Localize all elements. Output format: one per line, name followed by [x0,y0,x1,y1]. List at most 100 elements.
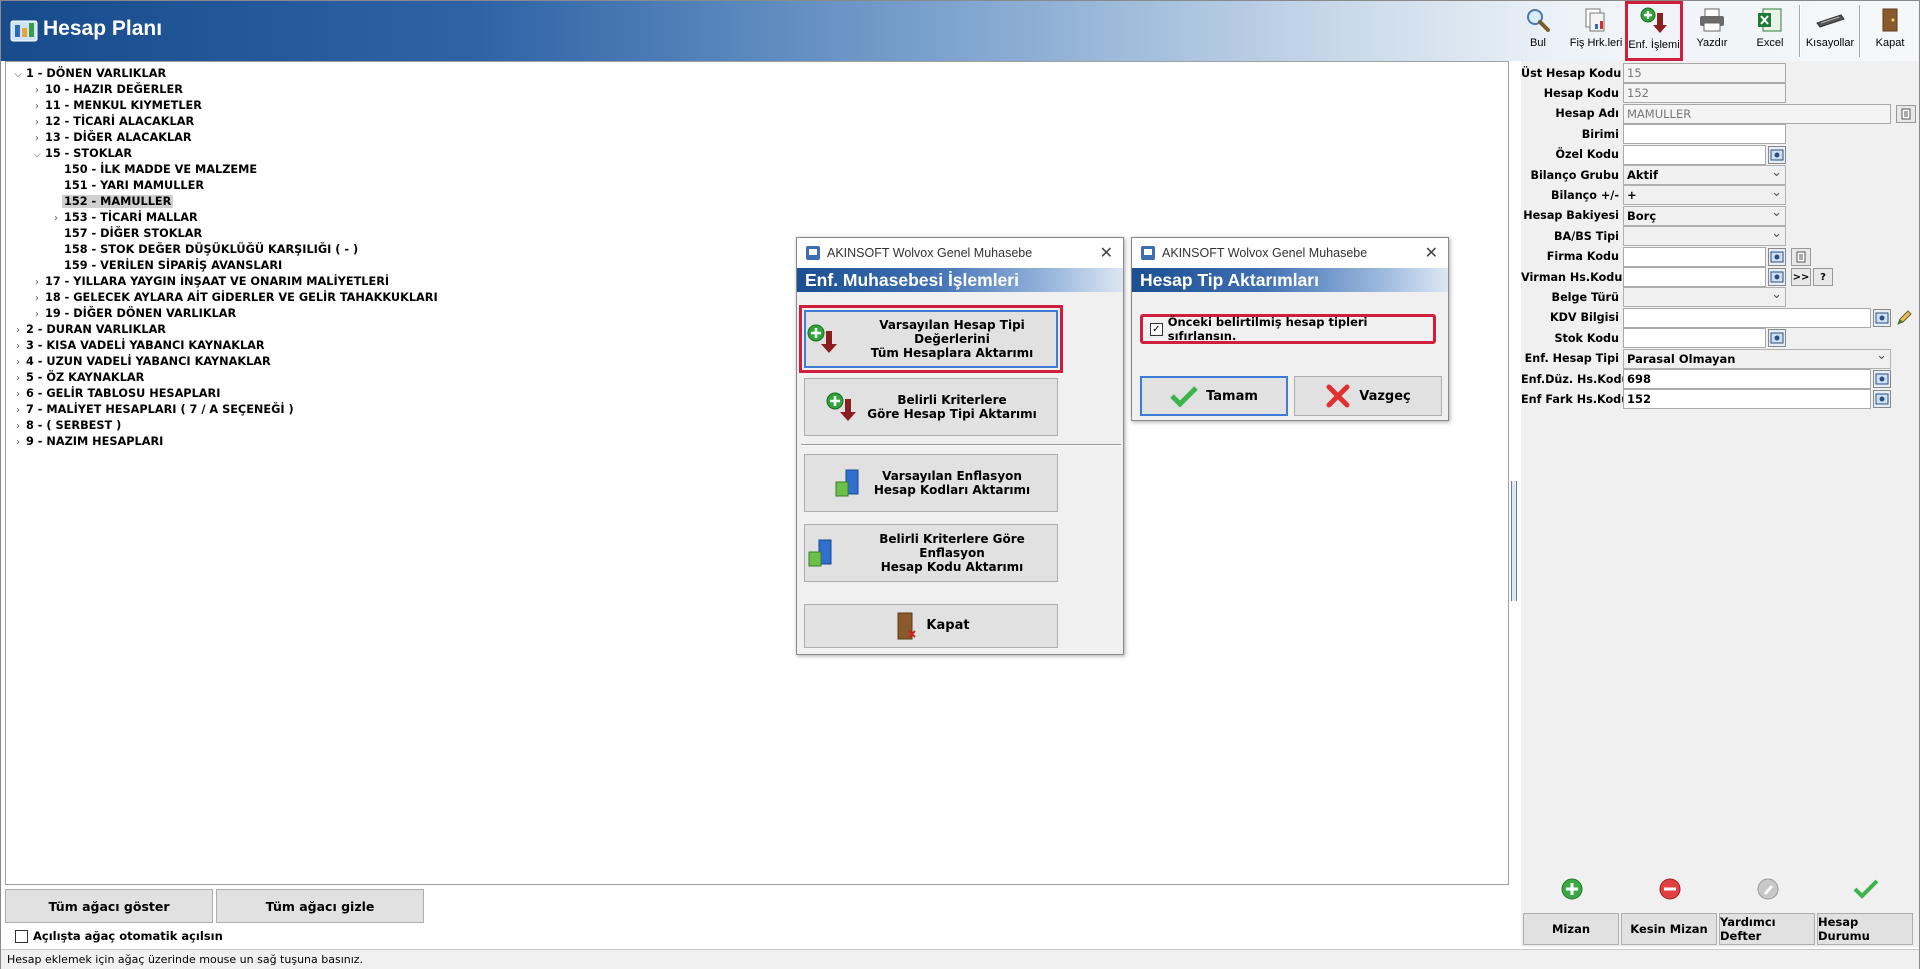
lookup-icon[interactable] [1768,247,1786,266]
field-input[interactable] [1623,246,1766,267]
chevron-down-icon[interactable]: ⌵ [31,147,43,163]
chevron-right-icon[interactable]: › [12,371,24,387]
tree-node[interactable]: › 18 - GELECEK AYLARA AİT GİDERLER VE GEL… [31,290,440,306]
lookup-icon[interactable] [1873,308,1891,327]
chevron-down-icon[interactable]: ⌄ [1771,227,1782,241]
field-select[interactable]: Borç ⌄ [1623,205,1786,226]
chevron-right-icon[interactable]: › [12,355,24,371]
field-select[interactable]: Aktif ⌄ [1623,165,1786,185]
tree-node[interactable]: › 12 - TİCARİ ALACAKLAR [31,114,196,130]
lookup-icon[interactable] [1873,370,1891,388]
chevron-right-icon[interactable]: › [31,83,43,99]
field-input[interactable]: 152 [1623,83,1786,104]
edit-record-button[interactable] [1719,877,1817,903]
field-input[interactable] [1623,328,1766,349]
inflation-process-button[interactable]: Enf. İşlemi [1625,1,1683,61]
reset-types-checkbox-row[interactable]: ✓ Önceki belirtilmiş hesap tipleri sıfır… [1140,314,1436,344]
chevron-down-icon[interactable]: ⌄ [1771,166,1782,180]
tree-node[interactable]: 152 - MAMULLER [50,194,174,210]
tree-node[interactable]: › 17 - YILLARA YAYGIN İNŞAAT VE ONARIM MA… [31,274,391,290]
field-select[interactable]: + ⌄ [1623,185,1786,206]
tree-node[interactable]: › 153 - TİCARİ MALLAR [50,210,200,226]
field-input[interactable]: 152 [1623,389,1871,410]
chevron-down-icon[interactable]: ⌄ [1771,288,1782,302]
show-all-tree-button[interactable]: Tüm ağacı göster [5,889,213,923]
field-input[interactable] [1623,124,1786,145]
tree-node[interactable]: › 4 - UZUN VADELİ YABANCI KAYNAKLAR [12,354,273,370]
chevron-down-icon[interactable]: ⌄ [1876,350,1887,364]
panel-splitter[interactable] [1511,481,1517,601]
default-account-type-transfer-button[interactable]: Varsayılan Hesap Tipi Değerlerini Tüm Hes… [799,305,1063,373]
find-button[interactable]: Bul [1509,1,1567,61]
document-icon[interactable] [1896,104,1916,123]
field-input[interactable]: MAMULLER [1623,103,1891,124]
field-input[interactable]: 698 [1623,369,1871,389]
tree-node[interactable]: › 5 - ÖZ KAYNAKLAR [12,370,146,386]
save-record-button[interactable] [1817,877,1915,903]
tree-node[interactable]: 159 - VERİLEN SİPARİŞ AVANSLARI [50,258,284,274]
chevron-right-icon[interactable]: › [12,387,24,403]
lookup-icon[interactable] [1768,145,1786,164]
tree-node[interactable]: › 2 - DURAN VARLIKLAR [12,322,168,338]
chevron-right-icon[interactable]: › [12,323,24,339]
tree-node[interactable]: › 7 - MALİYET HESAPLARI ( 7 / A SEÇENEĞİ … [12,402,296,418]
account-status-button[interactable]: Hesap Durumu [1817,913,1913,945]
field-input[interactable] [1623,307,1871,328]
dialog-close-button[interactable]: Kapat [804,604,1058,648]
lookup-icon[interactable] [1873,390,1891,409]
dialog-close-icon[interactable]: ✕ [1425,243,1438,262]
lookup-icon[interactable] [1768,268,1786,286]
tree-node[interactable]: 151 - YARI MAMULLER [50,178,206,194]
chevron-down-icon[interactable]: ⌵ [12,67,24,83]
cancel-record-button[interactable] [1915,877,1920,903]
chevron-right-icon[interactable]: › [12,339,24,355]
delete-record-button[interactable] [1621,877,1719,903]
transactions-button[interactable]: Fiş Hrk.leri [1567,1,1625,61]
add-record-button[interactable] [1523,877,1621,903]
cancel-button[interactable]: Vazgeç [1294,376,1442,416]
tree-node[interactable]: › 9 - NAZIM HESAPLARI [12,434,165,450]
tree-node[interactable]: ⌵ 15 - STOKLAR [31,146,134,162]
auto-open-checkbox[interactable] [15,929,28,943]
tree-node[interactable]: › 6 - GELİR TABLOSU HESAPLARI [12,386,222,402]
chevron-right-icon[interactable]: › [31,275,43,291]
chevron-right-icon[interactable]: › [31,291,43,307]
field-select[interactable]: ⌄ [1623,287,1786,308]
tree-node[interactable]: 158 - STOK DEĞER DÜŞÜKLÜĞÜ KARŞILIĞI ( -… [50,242,360,258]
chevron-right-icon[interactable]: › [31,131,43,147]
tree-node[interactable]: › 13 - DİĞER ALACAKLAR [31,130,194,146]
criteria-inflation-code-transfer-button[interactable]: Belirli Kriterlere Göre Enflasyon Hesap K… [804,524,1058,582]
final-trial-balance-button[interactable]: Kesin Mizan [1621,913,1717,945]
chevron-down-icon[interactable]: ⌄ [1771,186,1782,200]
tree-node[interactable]: 157 - DİĞER STOKLAR [50,226,204,242]
subsidiary-ledger-button[interactable]: Yardımcı Defter [1719,913,1815,945]
account-tree[interactable]: ⌵ 1 - DÖNEN VARLIKLAR › 10 - HAZIR DEĞERLER… [5,61,1509,885]
default-inflation-codes-transfer-button[interactable]: Varsayılan Enflasyon Hesap Kodları Aktarı… [804,454,1058,512]
field-select[interactable]: Parasal Olmayan ⌄ [1623,348,1891,369]
pen-icon[interactable] [1895,309,1913,327]
tree-node[interactable]: › 19 - DİĞER DÖNEN VARLIKLAR [31,306,238,322]
tree-node[interactable]: › 8 - ( SERBEST ) [12,418,123,434]
tree-node[interactable]: ⌵ 1 - DÖNEN VARLIKLAR [12,66,168,82]
forward-icon[interactable]: >> [1791,268,1811,286]
hide-all-tree-button[interactable]: Tüm ağacı gizle [216,889,424,923]
ok-button[interactable]: Tamam [1140,376,1288,416]
chevron-right-icon[interactable]: › [31,115,43,131]
close-window-button[interactable]: Kapat [1861,1,1919,61]
tree-node[interactable]: › 10 - HAZIR DEĞERLER [31,82,185,98]
print-button[interactable]: Yazdır [1683,1,1741,61]
help-icon[interactable]: ? [1813,268,1833,286]
field-input[interactable] [1623,144,1766,165]
field-input[interactable] [1623,267,1766,287]
field-select[interactable]: ⌄ [1623,226,1786,247]
chevron-right-icon[interactable]: › [12,435,24,451]
tree-node[interactable]: › 3 - KISA VADELİ YABANCI KAYNAKLAR [12,338,267,354]
chevron-right-icon[interactable]: › [12,403,24,419]
chevron-right-icon[interactable]: › [31,307,43,323]
tree-node[interactable]: 150 - İLK MADDE VE MALZEME [50,162,259,178]
reset-types-checkbox[interactable]: ✓ [1150,322,1163,336]
field-input[interactable]: 15 [1623,63,1786,83]
trial-balance-button[interactable]: Mizan [1523,913,1619,945]
chevron-right-icon[interactable]: › [31,99,43,115]
chevron-right-icon[interactable]: › [50,211,62,227]
